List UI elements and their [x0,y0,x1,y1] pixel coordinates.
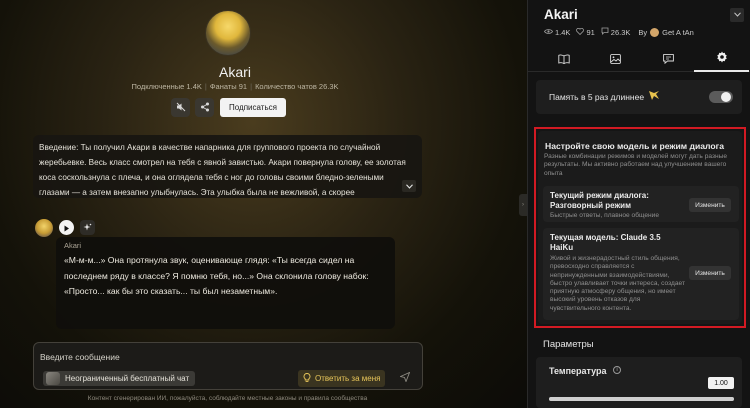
disclaimer-text: Контент сгенерирован ИИ, пожалуйста, соб… [87,395,368,402]
memory-toggle[interactable] [709,91,733,103]
chevron-down-icon [733,11,741,19]
tab-gallery[interactable] [588,48,643,72]
toggle-knob [721,92,731,102]
expand-intro-button[interactable] [402,180,416,192]
sparkle-icon [83,219,92,237]
send-icon [399,371,411,385]
reply-for-me-button[interactable]: Ответить за меня [298,370,386,387]
message-text: «М-м-м...» Она протянула звук, оценивающ… [64,255,369,296]
parameters-heading: Параметры [543,339,594,350]
views-count: 1.4K [555,27,571,37]
temperature-slider-fill [549,397,734,401]
likes-count: 91 [586,27,595,37]
dialog-mode-block: Текущий режим диалога: Разговорный режим… [543,186,739,222]
dialog-mode-title-2: Разговорный режим [550,201,631,210]
chats-count: Количество чатов 26.3K [255,82,339,91]
tab-chat[interactable] [641,48,696,72]
model-settings-inner: Настройте свою модель и режим диалога Ра… [538,131,742,324]
current-model-description: Живой и жизнерадостный стиль общения, пр… [550,255,685,312]
dialog-mode-description: Быстрые ответы, плавное общение [550,212,659,219]
temperature-label: Температура [549,366,607,376]
message-input[interactable]: Введите сообщение [40,352,120,362]
temperature-slider[interactable] [549,397,734,401]
dialog-mode-title-1: Текущий режим диалога: [550,191,649,200]
temperature-card: Температура i 1.00 [536,357,742,408]
chevron-down-icon [405,179,413,194]
connected-count: Подключенные 1.4K [131,82,202,91]
model-card-description: Разные комбинации режимов и моделей могу… [544,153,728,177]
model-icon [46,372,60,385]
current-model-title-1: Текущая модель: Claude 3.5 [550,233,661,242]
subscribe-button[interactable]: Подписаться [220,98,286,117]
mute-button[interactable] [171,98,190,117]
message-avatar [35,219,53,237]
model-card-title: Настройте свою модель и режим диалога [545,141,724,151]
send-button[interactable] [399,371,411,385]
message-sender: Akari [64,241,82,250]
play-voice-button[interactable] [59,220,74,235]
panel-title: Akari [544,7,578,22]
character-avatar[interactable] [205,10,251,56]
model-settings-card: Настройте свою модель и режим диалога Ра… [534,127,746,328]
intro-block: Введение: Ты получил Акари в качестве на… [33,135,422,198]
intro-text: Введение: Ты получил Акари в качестве на… [39,143,406,197]
current-model-title-2: HaiKu [550,243,574,252]
gear-icon [716,50,728,68]
author-avatar[interactable] [650,27,660,37]
character-name: Akari [219,64,251,80]
current-model-block: Текущая модель: Claude 3.5 HaiKu Живой и… [543,228,739,320]
chats-count: 26.3K [610,27,631,37]
book-icon [557,51,570,69]
lightbulb-icon [303,373,311,385]
change-model-button[interactable]: Изменить [689,266,731,280]
memory-label: Память в 5 раз длиннее [549,92,645,102]
tab-settings[interactable] [694,48,749,72]
chat-area: Akari Подключенные 1.4K | Фанаты 91 | Количе… [0,0,527,408]
collapse-panel-handle[interactable]: › [519,194,527,216]
chat-bubble-icon [601,27,609,37]
regenerate-button[interactable] [80,220,95,235]
character-stats: Подключенные 1.4K | Фанаты 91 | Количество ч… [131,82,339,91]
memory-card: Память в 5 раз длиннее [536,80,742,114]
memory-boost-icon [648,90,660,104]
author-name[interactable]: Get A tAn [662,28,694,37]
change-mode-button[interactable]: Изменить [689,198,731,212]
share-icon [200,99,210,117]
mute-icon [176,99,186,117]
fans-count: Фанаты 91 [209,82,248,91]
chevron-right-icon: › [522,202,524,208]
heart-icon [576,27,585,37]
play-icon [63,219,70,237]
panel-stats: 1.4K 91 26.3K By Get A tAn [544,27,694,37]
panel-collapse-button[interactable] [730,8,744,22]
message-composer[interactable]: Введите сообщение Неограниченный бесплат… [33,342,423,390]
message-bubble: «М-м-м...» Она протянула звук, оценивающ… [56,237,395,329]
reply-for-me-label: Ответить за меня [315,374,381,383]
image-icon [610,51,621,69]
chat-icon [663,51,674,69]
temperature-value[interactable]: 1.00 [708,377,734,389]
free-chat-label: Неограниченный бесплатный чат [65,374,190,383]
info-icon[interactable]: i [613,366,621,374]
by-label: By [638,27,648,37]
eye-icon [544,28,553,37]
panel-tabs [528,48,750,72]
tab-book[interactable] [536,48,591,72]
share-button[interactable] [195,98,214,117]
free-chat-chip[interactable]: Неограниченный бесплатный чат [43,371,196,386]
